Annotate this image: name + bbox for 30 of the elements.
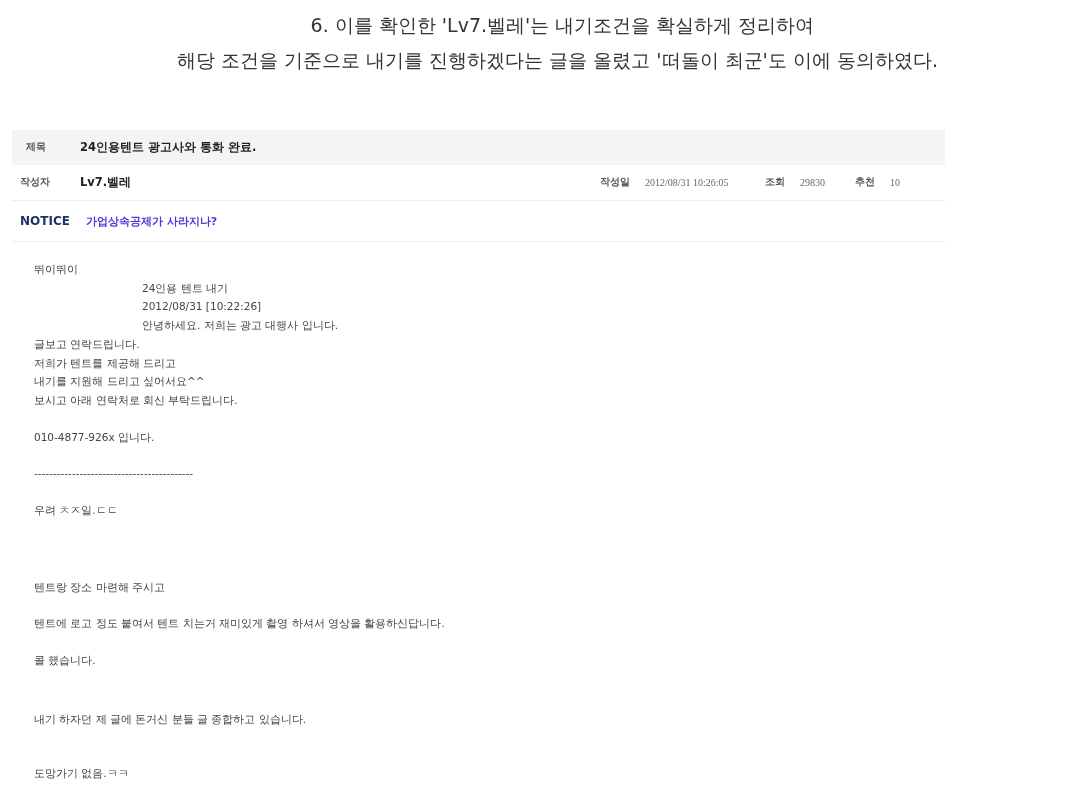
body-text-line: 2012/08/31 [10:22:26] — [141, 299, 263, 315]
post-title: 24인용텐트 광고사와 통화 완료. — [80, 140, 257, 155]
body-text-line: 콜 했습니다. — [34, 653, 97, 669]
field-value: 10 — [890, 177, 901, 188]
body-text-line: ------------------------------------------ — [34, 466, 195, 482]
field-label: 작성일 — [600, 176, 630, 189]
notice-label: NOTICE — [20, 214, 70, 228]
caption-line: 6. 이를 확인한 'Lv7.벨레'는 내기조건을 확실하게 정리하여 — [309, 13, 815, 38]
body-text-line: 보시고 아래 연락처로 회신 부탁드립니다. — [34, 392, 239, 408]
notice-link[interactable]: 가업상속공제가 사라지나? — [85, 213, 218, 229]
body-text-line: 글보고 연락드립니다. — [34, 336, 141, 352]
field-label: 제목 — [26, 141, 47, 154]
caption-line: 해당 조건을 기준으로 내기를 진행하겠다는 글을 올렸고 '떠돌이 최군'도 이에 동의하였다. — [176, 48, 938, 73]
body-text-line: 텐트랑 장소 마련해 주시고 — [34, 579, 166, 595]
body-text-line: 내기를 지원해 드리고 싶어서요^^ — [34, 374, 206, 390]
author-name: Lv7.벨레 — [80, 175, 132, 190]
field-value: 2012/08/31 10:26:05 — [645, 177, 730, 188]
body-text-line: 010-4877-926x 입니다. — [34, 429, 156, 445]
body-text-line: 텐트에 로고 정도 붙여서 텐트 치는거 재미있게 촬영 하셔서 영상을 활용하신답니다. — [34, 616, 446, 632]
field-value: 29830 — [800, 177, 826, 188]
body-text-line: 도망가기 없음.ㅋㅋ — [34, 765, 130, 781]
body-text-line: 24인용 텐트 내기 — [141, 280, 230, 296]
body-text-line: 안녕하세요. 저희는 광고 대행사 입니다. — [141, 318, 340, 334]
field-label: 작성자 — [20, 176, 51, 189]
field-label: 추천 — [855, 176, 875, 189]
body-text-line: 저희가 텐트를 제공해 드리고 — [34, 355, 177, 371]
field-label: 조회 — [765, 176, 785, 189]
body-text-line: 내기 하자던 제 글에 돈거신 분들 글 종합하고 있습니다. — [34, 711, 308, 727]
body-text-line: 우려 ㅊㅈ일.ㄷㄷ — [34, 503, 119, 519]
body-text-line: 뛰이뛰이 — [34, 262, 79, 277]
